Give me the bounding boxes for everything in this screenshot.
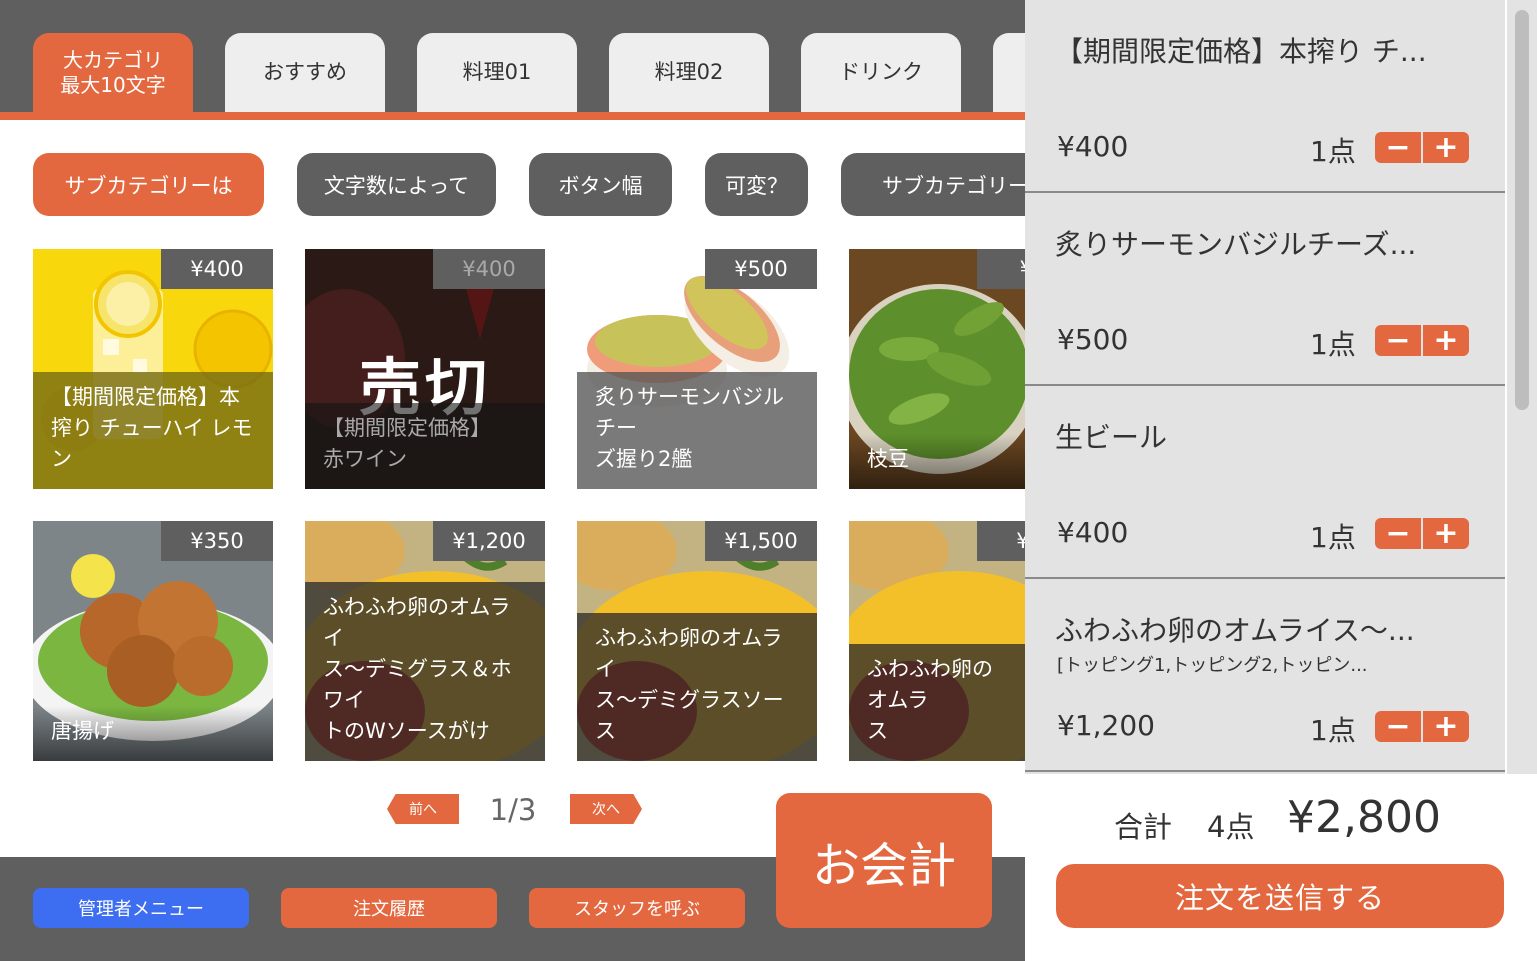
category-underline <box>0 112 1025 120</box>
subcategory-button-4[interactable]: 可変？ <box>705 153 808 216</box>
menu-card-karaage[interactable]: ¥350 唐揚げ <box>33 521 273 761</box>
tab-more[interactable] <box>993 33 1025 112</box>
menu-card-salmon-sushi[interactable]: ¥500 炙りサーモンバジルチー ズ握り2艦 <box>577 249 817 489</box>
menu-card-red-wine[interactable]: ¥400 売切 【期間限定価格】 赤ワイン <box>305 249 545 489</box>
cart-item-quantity: 1点 <box>1310 714 1356 747</box>
price-tag: ¥400 <box>433 249 545 289</box>
price-tag: ¥1, <box>977 521 1025 561</box>
increase-quantity-button[interactable]: + <box>1423 132 1469 163</box>
menu-item-name: 【期間限定価格】本 搾り チューハイ レモン <box>33 372 273 489</box>
increase-quantity-button[interactable]: + <box>1423 325 1469 356</box>
cart-item-price: ¥1,200 <box>1057 709 1155 742</box>
subcategory-button-3[interactable]: ボタン幅 <box>529 153 672 216</box>
cart-item-name: 生ビール <box>1055 421 1168 454</box>
price-tag: ¥1,200 <box>433 521 545 561</box>
cart-item-price: ¥400 <box>1057 516 1129 549</box>
checkout-button[interactable]: お会計 <box>776 793 992 928</box>
increase-quantity-button[interactable]: + <box>1423 711 1469 742</box>
cart-item-name: ふわふわ卵のオムライス～... <box>1055 614 1415 647</box>
price-tag: ¥1,500 <box>705 521 817 561</box>
cart-item-quantity: 1点 <box>1310 135 1356 168</box>
admin-menu-button[interactable]: 管理者メニュー <box>33 888 249 928</box>
menu-card-omurice-partial[interactable]: ¥1, ふわふわ卵のオムラ ス <box>849 521 1025 761</box>
cart-item-option: [トッピング1,トッピング2,トッピン... <box>1057 655 1368 676</box>
decrease-quantity-button[interactable]: − <box>1375 711 1421 742</box>
cart-item-price: ¥500 <box>1057 323 1129 356</box>
category-tab-bar: 大カテゴリ 最大10文字 おすすめ 料理01 料理02 ドリンク <box>0 0 1025 112</box>
menu-item-name: ふわふわ卵のオムライ ス～デミグラスソース <box>577 613 817 761</box>
next-page-button[interactable]: 次へ <box>570 794 642 824</box>
menu-item-name: ふわふわ卵のオムライ ス～デミグラス＆ホワイ トのWソースがけ <box>305 582 545 761</box>
order-history-button[interactable]: 注文履歴 <box>281 888 497 928</box>
total-item-count: 4点 <box>1207 810 1255 844</box>
price-tag: ¥500 <box>705 249 817 289</box>
subcategory-button-2[interactable]: 文字数によって <box>297 153 496 216</box>
tab-dishes-02[interactable]: 料理02 <box>609 33 769 112</box>
cart-item: 炙りサーモンバジルチーズ... ¥500 1点 − + <box>1025 193 1505 386</box>
price-tag: ¥350 <box>161 521 273 561</box>
cart-panel: 【期間限定価格】本搾り チ... ¥400 1点 − + 炙りサーモンバジルチー… <box>1025 0 1537 961</box>
menu-item-name: ふわふわ卵のオムラ ス <box>849 644 1025 761</box>
cart-list: 【期間限定価格】本搾り チ... ¥400 1点 − + 炙りサーモンバジルチー… <box>1025 0 1505 774</box>
subcategory-button-1[interactable]: サブカテゴリーは <box>33 153 264 216</box>
menu-card-lemon-chuhai[interactable]: ¥400 【期間限定価格】本 搾り チューハイ レモン <box>33 249 273 489</box>
price-tag: ¥400 <box>161 249 273 289</box>
cart-scrollbar[interactable] <box>1507 0 1537 774</box>
tab-main-category[interactable]: 大カテゴリ 最大10文字 <box>33 33 193 112</box>
cart-item: 生ビール ¥400 1点 − + <box>1025 386 1505 579</box>
prev-page-button[interactable]: 前へ <box>387 794 459 824</box>
total-amount: ¥2,800 <box>1287 792 1441 843</box>
cart-item-quantity: 1点 <box>1310 328 1356 361</box>
call-staff-button[interactable]: スタッフを呼ぶ <box>529 888 745 928</box>
cart-item: 【期間限定価格】本搾り チ... ¥400 1点 − + <box>1025 0 1505 193</box>
cart-item-price: ¥400 <box>1057 130 1129 163</box>
menu-card-omurice-w-sauce[interactable]: ¥1,200 ふわふわ卵のオムライ ス～デミグラス＆ホワイ トのWソースがけ <box>305 521 545 761</box>
cart-item-quantity: 1点 <box>1310 521 1356 554</box>
menu-item-name: 唐揚げ <box>33 706 273 761</box>
decrease-quantity-button[interactable]: − <box>1375 518 1421 549</box>
menu-card-edamame[interactable]: ¥3 枝豆 <box>849 249 1025 489</box>
cart-item: ふわふわ卵のオムライス～... [トッピング1,トッピング2,トッピン... ¥… <box>1025 579 1505 772</box>
decrease-quantity-button[interactable]: − <box>1375 132 1421 163</box>
tab-recommended[interactable]: おすすめ <box>225 33 385 112</box>
increase-quantity-button[interactable]: + <box>1423 518 1469 549</box>
cart-scrollbar-thumb[interactable] <box>1515 10 1529 410</box>
menu-item-name: 炙りサーモンバジルチー ズ握り2艦 <box>577 372 817 489</box>
tab-drinks[interactable]: ドリンク <box>801 33 961 112</box>
price-tag: ¥3 <box>977 249 1025 289</box>
tab-dishes-01[interactable]: 料理01 <box>417 33 577 112</box>
cart-item-name: 炙りサーモンバジルチーズ... <box>1055 228 1417 261</box>
total-label: 合計 <box>1114 810 1173 844</box>
page-indicator: 1/3 <box>489 793 537 827</box>
decrease-quantity-button[interactable]: − <box>1375 325 1421 356</box>
menu-item-name: 枝豆 <box>849 434 1025 489</box>
menu-item-name: 【期間限定価格】 赤ワイン <box>305 403 545 489</box>
send-order-button[interactable]: 注文を送信する <box>1056 864 1504 928</box>
subcategory-button-5[interactable]: サブカテゴリーは <box>841 153 1025 216</box>
menu-card-omurice-demi[interactable]: ¥1,500 ふわふわ卵のオムライ ス～デミグラスソース <box>577 521 817 761</box>
cart-item-name: 【期間限定価格】本搾り チ... <box>1055 35 1427 68</box>
